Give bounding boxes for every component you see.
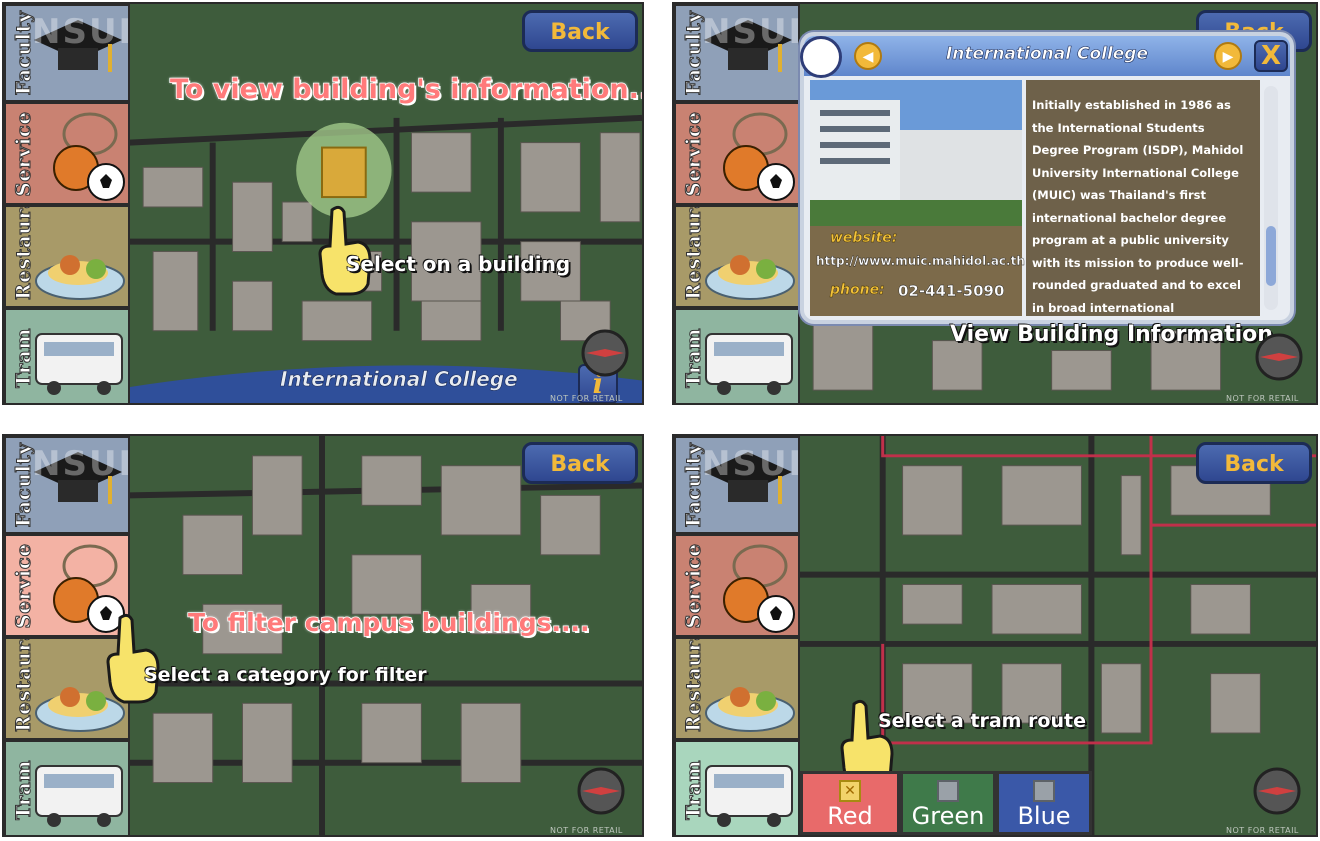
compass-icon	[577, 767, 625, 815]
category-sidebar: Faculty Service Restaurant Tram	[4, 4, 130, 403]
sports-ball-icon	[723, 112, 795, 201]
screen-building-info: Faculty Service Restaurant Tram NSUI Bac…	[672, 2, 1318, 405]
building-photo	[810, 80, 1022, 226]
phone-label: phone:	[830, 282, 885, 298]
website-label: website:	[830, 230, 898, 246]
category-tram[interactable]: Tram	[4, 308, 130, 403]
category-service[interactable]: Service	[674, 534, 800, 637]
instruction-text: Select on a building	[345, 252, 571, 277]
route-green-button[interactable]: Green	[900, 771, 996, 835]
description-text: Initially established in 1986 as the Int…	[1032, 98, 1244, 315]
card-header: ◀ International College ▶ X	[800, 36, 1290, 78]
category-sidebar: Faculty Service Restaurant Tram	[674, 4, 800, 403]
category-service[interactable]: Service	[674, 102, 800, 205]
caption-text: View Building Information	[950, 322, 1274, 348]
back-button[interactable]: Back	[522, 442, 638, 484]
next-arrow-icon[interactable]: ▶	[1214, 42, 1242, 70]
category-tram[interactable]: Tram	[674, 308, 800, 403]
screen-view-building: Faculty Service Restaurant Tram NSUI Bac…	[2, 2, 644, 405]
compass-icon	[581, 329, 629, 377]
back-button[interactable]: Back	[1196, 442, 1312, 484]
screen-tram-route: Faculty Service Restaurant Tram NSUI Bac…	[672, 434, 1318, 837]
contact-section: website: http://www.muic.mahidol.ac.th p…	[810, 226, 1025, 316]
category-tram[interactable]: Tram	[674, 740, 800, 835]
route-red-button[interactable]: ✕ Red	[800, 771, 900, 835]
app-logo: NSUI	[32, 444, 134, 484]
watermark: NOT FOR RETAIL	[1226, 394, 1299, 403]
headline: To view building's information...	[169, 73, 644, 106]
scroll-thumb[interactable]	[1266, 226, 1276, 286]
watermark: NOT FOR RETAIL	[550, 394, 623, 403]
watermark: NOT FOR RETAIL	[1226, 826, 1299, 835]
category-sidebar: Faculty Service Restaurant Tram	[674, 436, 800, 835]
watermark: NOT FOR RETAIL	[550, 826, 623, 835]
tram-icon	[35, 765, 123, 827]
checkbox-unchecked-icon[interactable]	[937, 780, 959, 802]
instruction-text: Select a tram route	[878, 710, 1087, 733]
back-button[interactable]: Back	[522, 10, 638, 52]
app-logo: NSUI	[702, 444, 804, 484]
sports-ball-icon	[723, 544, 795, 633]
food-plate-icon	[35, 255, 125, 300]
website-link[interactable]: http://www.muic.mahidol.ac.th	[816, 254, 1025, 268]
description-box: Initially established in 1986 as the Int…	[1026, 80, 1260, 316]
screen-filter: Faculty Service Restaurant Tram NSUI Bac…	[2, 434, 644, 837]
category-service[interactable]: Service	[4, 102, 130, 205]
pointing-hand-icon	[318, 205, 372, 296]
tram-icon	[705, 765, 793, 827]
category-restaurant[interactable]: Restaurant	[674, 205, 800, 308]
headline: To filter campus buildings....	[187, 607, 590, 638]
category-restaurant[interactable]: Restaurant	[4, 205, 130, 308]
route-blue-button[interactable]: Blue	[996, 771, 1092, 835]
category-tram[interactable]: Tram	[4, 740, 130, 835]
pointing-hand-icon	[106, 613, 160, 704]
phone-value: 02-441-5090	[898, 282, 1005, 300]
description-scrollbar[interactable]	[1264, 86, 1278, 310]
category-restaurant[interactable]: Restaurant	[674, 637, 800, 740]
app-logo: NSUI	[32, 12, 134, 52]
food-plate-icon	[705, 687, 795, 732]
close-button[interactable]: X	[1254, 40, 1288, 72]
tram-icon	[35, 333, 123, 395]
food-plate-icon	[705, 255, 795, 300]
sports-ball-icon	[53, 112, 125, 201]
compass-icon	[1255, 333, 1303, 381]
instruction-text: Select a category for filter	[144, 664, 428, 687]
building-info-card: ◀ International College ▶ X website: htt…	[800, 32, 1294, 324]
tram-icon	[705, 333, 793, 395]
checkbox-unchecked-icon[interactable]	[1033, 780, 1055, 802]
compass-icon	[1253, 767, 1301, 815]
checkbox-checked-icon[interactable]: ✕	[839, 780, 861, 802]
